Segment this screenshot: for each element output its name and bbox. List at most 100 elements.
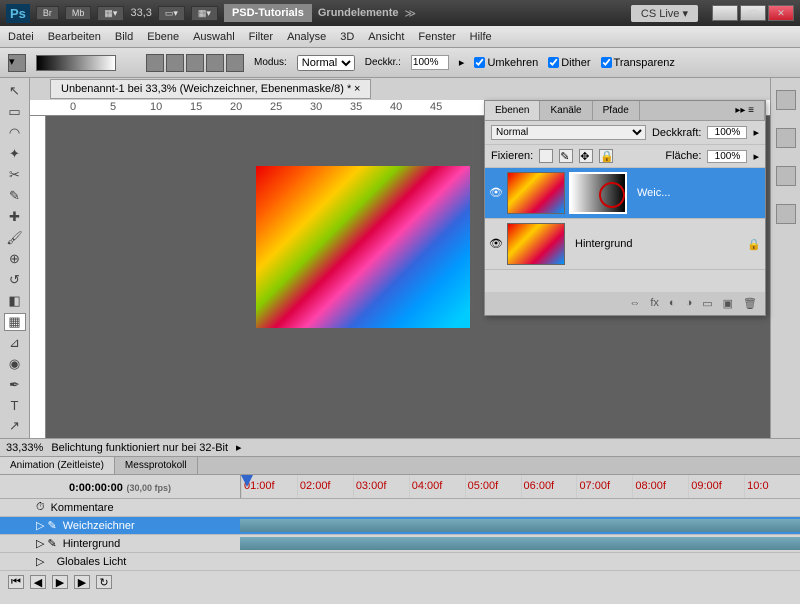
fx-icon[interactable]: fx: [650, 297, 659, 310]
layer-fill-input[interactable]: [707, 150, 747, 163]
history-brush-tool[interactable]: ↺: [4, 271, 26, 289]
wand-tool[interactable]: ✦: [4, 145, 26, 163]
zoom-level[interactable]: 33,3: [130, 7, 151, 19]
menu-auswahl[interactable]: Auswahl: [193, 31, 235, 43]
lock-transparency-icon[interactable]: [539, 149, 553, 163]
maximize-button[interactable]: ▢: [740, 5, 766, 21]
status-zoom[interactable]: 33,33%: [6, 442, 43, 454]
menu-bearbeiten[interactable]: Bearbeiten: [48, 31, 101, 43]
ruler-vertical[interactable]: [30, 116, 46, 438]
layer-row-hintergrund[interactable]: 👁 Hintergrund 🔒: [485, 219, 765, 270]
opacity-input[interactable]: [411, 55, 449, 70]
layer-name[interactable]: Hintergrund: [569, 238, 632, 250]
adjustment-icon[interactable]: ◑: [686, 297, 693, 310]
more-icon[interactable]: ≫: [405, 7, 417, 20]
lock-all-icon[interactable]: 🔒: [599, 149, 613, 163]
layer-opacity-input[interactable]: [707, 126, 747, 139]
linear-gradient-icon[interactable]: [146, 54, 164, 72]
stamp-tool[interactable]: ⊕: [4, 250, 26, 268]
eraser-tool[interactable]: ◧: [4, 292, 26, 310]
track-kommentare[interactable]: ⏱ Kommentare: [0, 499, 800, 517]
pen-tool[interactable]: ✒: [4, 376, 26, 394]
adjustments-panel-icon[interactable]: [776, 166, 796, 186]
timeline-ruler[interactable]: 01:00f02:00f03:00f 04:00f05:00f06:00f 07…: [240, 475, 800, 498]
crop-tool[interactable]: ✂: [4, 166, 26, 184]
timecode[interactable]: 0:00:00:00: [69, 482, 123, 494]
next-frame-button[interactable]: ▶: [74, 575, 90, 589]
link-icon[interactable]: ⇔: [629, 297, 640, 310]
document-image[interactable]: [256, 166, 470, 328]
prev-frame-button[interactable]: ◀: [30, 575, 46, 589]
menu-ansicht[interactable]: Ansicht: [368, 31, 404, 43]
delete-icon[interactable]: 🗑: [743, 297, 757, 310]
bridge-button[interactable]: Br: [36, 6, 59, 20]
lasso-tool[interactable]: ◠: [4, 124, 26, 142]
fill-arrow-icon[interactable]: ▸: [753, 150, 759, 163]
clip[interactable]: [240, 519, 800, 532]
visibility-icon[interactable]: 👁: [489, 186, 503, 200]
layer-mask-thumbnail[interactable]: [569, 172, 627, 214]
rewind-button[interactable]: ⏮: [8, 575, 24, 589]
play-button[interactable]: ▶: [52, 575, 68, 589]
clip[interactable]: [240, 537, 800, 550]
tool-preset[interactable]: ▾: [8, 54, 26, 72]
menu-filter[interactable]: Filter: [249, 31, 273, 43]
blend-mode-select[interactable]: Normal: [491, 125, 646, 140]
angle-gradient-icon[interactable]: [186, 54, 204, 72]
mask-icon[interactable]: ◐: [669, 297, 676, 310]
color-panel-icon[interactable]: [776, 90, 796, 110]
dither-checkbox[interactable]: [548, 57, 559, 68]
lock-position-icon[interactable]: ✥: [579, 149, 593, 163]
menu-ebene[interactable]: Ebene: [147, 31, 179, 43]
swatches-panel-icon[interactable]: [776, 128, 796, 148]
tab-ebenen[interactable]: Ebenen: [485, 101, 540, 120]
menu-analyse[interactable]: Analyse: [287, 31, 326, 43]
tab-kanaele[interactable]: Kanäle: [540, 101, 592, 120]
gradient-preview[interactable]: [36, 55, 116, 71]
extras-button[interactable]: ▦▾: [191, 6, 218, 21]
workspace-tag[interactable]: PSD-Tutorials: [224, 4, 312, 22]
eyedropper-tool[interactable]: ✎: [4, 187, 26, 205]
loop-button[interactable]: ↻: [96, 575, 112, 589]
screen-mode-button[interactable]: ▦▾: [97, 6, 124, 21]
track-globales-licht[interactable]: ▷ Globales Licht: [0, 553, 800, 571]
workspace-sub[interactable]: Grundelemente: [318, 7, 399, 19]
status-arrow-icon[interactable]: ▸: [236, 441, 242, 454]
menu-3d[interactable]: 3D: [340, 31, 354, 43]
menu-bild[interactable]: Bild: [115, 31, 133, 43]
panel-menu-icon[interactable]: ▸▸ ≡: [725, 101, 765, 120]
tab-animation[interactable]: Animation (Zeitleiste): [0, 457, 115, 474]
lock-pixels-icon[interactable]: ✎: [559, 149, 573, 163]
transparency-checkbox[interactable]: [601, 57, 612, 68]
menu-hilfe[interactable]: Hilfe: [470, 31, 492, 43]
mode-select[interactable]: Normal: [297, 55, 355, 71]
radial-gradient-icon[interactable]: [166, 54, 184, 72]
cslive-button[interactable]: CS Live ▾: [631, 5, 698, 22]
path-tool[interactable]: ↗: [4, 417, 26, 435]
marquee-tool[interactable]: ▭: [4, 103, 26, 121]
opacity-arrow-icon[interactable]: ▸: [753, 126, 759, 139]
tab-messprotokoll[interactable]: Messprotokoll: [115, 457, 198, 474]
track-hintergrund[interactable]: ▷ ✎ Hintergrund: [0, 535, 800, 553]
track-weichzeichner[interactable]: ▷ ✎ Weichzeichner: [0, 517, 800, 535]
layer-name[interactable]: Weic...: [631, 187, 670, 199]
visibility-icon[interactable]: 👁: [489, 237, 503, 251]
heal-tool[interactable]: ✚: [4, 208, 26, 226]
gradient-tool[interactable]: ▦: [4, 313, 26, 331]
mb-button[interactable]: Mb: [65, 6, 92, 20]
reverse-checkbox[interactable]: [474, 57, 485, 68]
menu-datei[interactable]: Datei: [8, 31, 34, 43]
dodge-tool[interactable]: ◉: [4, 355, 26, 373]
close-button[interactable]: ✕: [768, 5, 794, 21]
group-icon[interactable]: ▭: [702, 297, 712, 310]
new-layer-icon[interactable]: ▣: [723, 297, 733, 310]
document-tab[interactable]: Unbenannt-1 bei 33,3% (Weichzeichner, Eb…: [50, 79, 371, 99]
layers-panel-icon[interactable]: [776, 204, 796, 224]
tab-close-icon[interactable]: ×: [354, 83, 360, 95]
layer-row-weichzeichner[interactable]: 👁 Weic...: [485, 168, 765, 219]
reflected-gradient-icon[interactable]: [206, 54, 224, 72]
arrange-button[interactable]: ▭▾: [158, 6, 185, 21]
opacity-flyout[interactable]: ▸: [459, 56, 465, 69]
menu-fenster[interactable]: Fenster: [418, 31, 455, 43]
tab-pfade[interactable]: Pfade: [593, 101, 640, 120]
